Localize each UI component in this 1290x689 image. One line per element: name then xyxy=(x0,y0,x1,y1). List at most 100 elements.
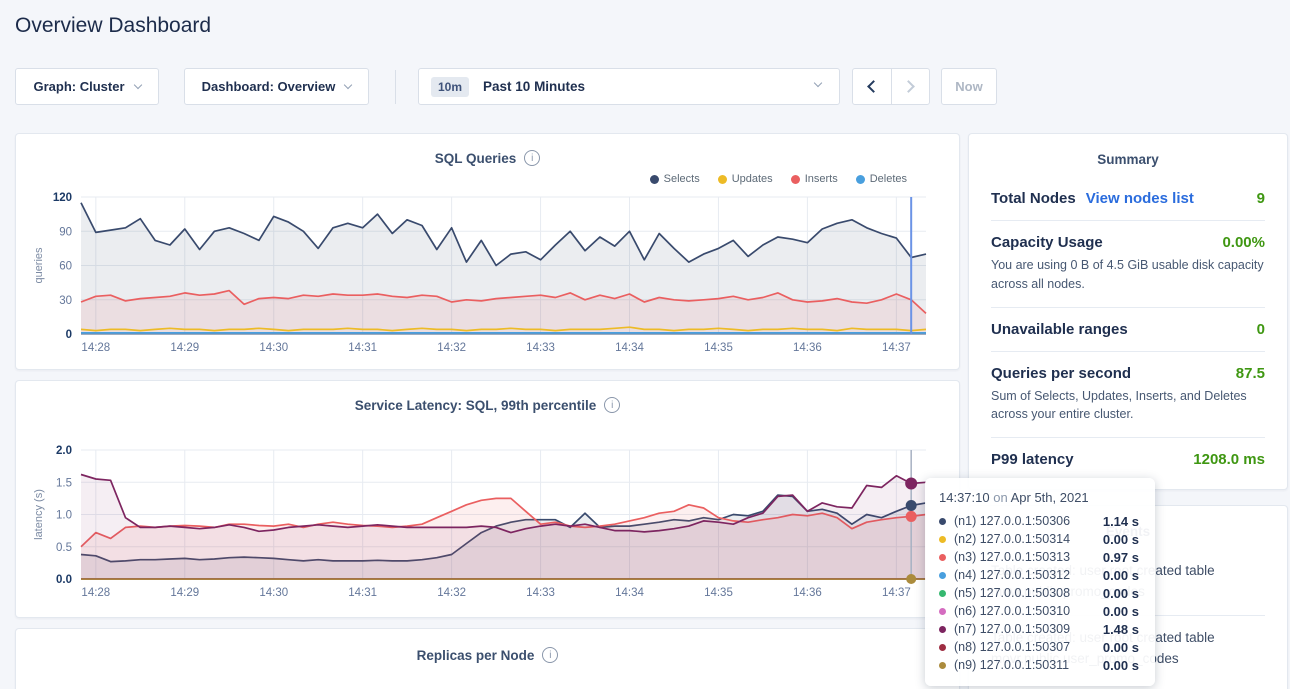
summary-label: Unavailable ranges xyxy=(991,321,1128,338)
svg-text:60: 60 xyxy=(59,261,72,273)
svg-text:90: 90 xyxy=(59,226,72,238)
svg-text:14:30: 14:30 xyxy=(259,342,288,354)
view-nodes-link[interactable]: View nodes list xyxy=(1086,190,1194,207)
node-address: (n3) 127.0.0.1:50313 xyxy=(954,550,1103,564)
svg-text:14:33: 14:33 xyxy=(526,342,555,354)
node-latency-value: 0.00 s xyxy=(1103,658,1139,673)
summary-label: Queries per second xyxy=(991,365,1131,382)
prev-range-button[interactable] xyxy=(853,69,892,104)
summary-row: Unavailable ranges 0 xyxy=(991,307,1265,351)
node-latency-value: 1.14 s xyxy=(1103,514,1139,529)
series-dot xyxy=(939,626,946,633)
latency-chart[interactable]: 14:2814:2914:3014:3114:3214:3314:3414:35… xyxy=(16,429,961,609)
time-range-badge: 10m xyxy=(431,77,469,97)
time-range-picker[interactable]: 10m Past 10 Minutes xyxy=(418,68,840,105)
summary-row-head: Queries per second 87.5 xyxy=(991,365,1265,382)
svg-text:120: 120 xyxy=(53,192,72,204)
chart-title: Service Latency: SQL, 99th percentile xyxy=(355,398,597,413)
time-range-label: Past 10 Minutes xyxy=(483,79,585,94)
tooltip-timestamp: 14:37:10 on Apr 5th, 2021 xyxy=(939,490,1139,505)
summary-row-head: Unavailable ranges 0 xyxy=(991,321,1265,338)
node-address: (n1) 127.0.0.1:50306 xyxy=(954,514,1103,528)
node-address: (n6) 127.0.0.1:50310 xyxy=(954,604,1103,618)
node-latency-value: 0.97 s xyxy=(1103,550,1139,565)
svg-text:latency (s): latency (s) xyxy=(33,489,45,540)
tooltip-row: (n9) 127.0.0.1:503110.00 s xyxy=(939,656,1139,674)
svg-text:14:28: 14:28 xyxy=(81,342,110,354)
graph-dropdown[interactable]: Graph: Cluster xyxy=(15,68,159,105)
svg-text:14:29: 14:29 xyxy=(170,342,199,354)
toolbar-divider xyxy=(395,70,396,104)
node-address: (n7) 127.0.0.1:50309 xyxy=(954,622,1103,636)
svg-text:30: 30 xyxy=(59,295,72,307)
svg-text:14:32: 14:32 xyxy=(437,587,466,599)
svg-text:14:31: 14:31 xyxy=(348,342,377,354)
summary-panel: Summary Total NodesView nodes list9Capac… xyxy=(968,133,1288,490)
series-dot xyxy=(939,572,946,579)
svg-text:14:29: 14:29 xyxy=(170,587,199,599)
node-latency-value: 0.00 s xyxy=(1103,640,1139,655)
summary-row-head: Capacity Usage0.00% xyxy=(991,234,1265,251)
svg-text:14:33: 14:33 xyxy=(526,587,555,599)
node-latency-value: 1.48 s xyxy=(1103,622,1139,637)
svg-text:14:37: 14:37 xyxy=(882,342,911,354)
tooltip-row: (n3) 127.0.0.1:503130.97 s xyxy=(939,548,1139,566)
series-dot xyxy=(939,590,946,597)
summary-row: Queries per second 87.5 Sum of Selects, Up… xyxy=(991,351,1265,438)
tooltip-row: (n8) 127.0.0.1:503070.00 s xyxy=(939,638,1139,656)
summary-value: 87.5 xyxy=(1236,365,1265,382)
summary-description: Sum of Selects, Updates, Inserts, and De… xyxy=(991,387,1265,425)
info-icon[interactable] xyxy=(604,397,620,413)
series-dot xyxy=(939,608,946,615)
summary-row-head: Total NodesView nodes list9 xyxy=(991,190,1265,207)
svg-text:queries: queries xyxy=(33,247,45,284)
svg-text:1.5: 1.5 xyxy=(56,477,72,489)
next-range-button[interactable] xyxy=(892,69,930,104)
tooltip-row: (n6) 127.0.0.1:503100.00 s xyxy=(939,602,1139,620)
svg-text:1.0: 1.0 xyxy=(56,510,72,522)
summary-label: P99 latency xyxy=(991,451,1074,468)
series-dot xyxy=(939,518,946,525)
node-address: (n8) 127.0.0.1:50307 xyxy=(954,640,1103,654)
svg-text:14:30: 14:30 xyxy=(259,587,288,599)
node-latency-value: 0.00 s xyxy=(1103,568,1139,583)
sql-queries-card: SQL Queries SelectsUpdatesInsertsDeletes… xyxy=(15,133,960,370)
tooltip-row: (n4) 127.0.0.1:503120.00 s xyxy=(939,566,1139,584)
svg-text:0: 0 xyxy=(66,329,72,341)
series-dot xyxy=(939,662,946,669)
summary-row: P99 latency1208.0 ms xyxy=(991,437,1265,481)
range-step-buttons xyxy=(852,68,930,105)
svg-text:14:31: 14:31 xyxy=(348,587,377,599)
node-latency-value: 0.00 s xyxy=(1103,532,1139,547)
svg-text:14:34: 14:34 xyxy=(615,342,644,354)
svg-text:14:37: 14:37 xyxy=(882,587,911,599)
tooltip-row: (n5) 127.0.0.1:503080.00 s xyxy=(939,584,1139,602)
svg-text:14:32: 14:32 xyxy=(437,342,466,354)
chart-title: Replicas per Node xyxy=(417,648,535,663)
dashboard-dropdown[interactable]: Dashboard: Overview xyxy=(184,68,369,105)
node-latency-value: 0.00 s xyxy=(1103,604,1139,619)
svg-text:14:36: 14:36 xyxy=(793,342,822,354)
chart-tooltip: 14:37:10 on Apr 5th, 2021 (n1) 127.0.0.1… xyxy=(925,478,1155,686)
summary-value: 0 xyxy=(1257,321,1265,338)
series-dot xyxy=(939,644,946,651)
now-button[interactable]: Now xyxy=(941,68,997,105)
summary-row: Total NodesView nodes list9 xyxy=(991,177,1265,220)
svg-text:14:35: 14:35 xyxy=(704,342,733,354)
node-address: (n5) 127.0.0.1:50308 xyxy=(954,586,1103,600)
tooltip-row: (n2) 127.0.0.1:503140.00 s xyxy=(939,530,1139,548)
chevron-down-icon xyxy=(344,81,352,89)
summary-value: 9 xyxy=(1257,190,1265,207)
summary-row: Capacity Usage0.00%You are using 0 B of … xyxy=(991,220,1265,307)
node-latency-value: 0.00 s xyxy=(1103,586,1139,601)
chevron-left-icon xyxy=(867,80,880,93)
tooltip-row: (n1) 127.0.0.1:503061.14 s xyxy=(939,512,1139,530)
latency-card: Service Latency: SQL, 99th percentile 14… xyxy=(15,380,960,618)
info-icon[interactable] xyxy=(542,647,558,663)
svg-text:14:28: 14:28 xyxy=(81,587,110,599)
summary-label: Capacity Usage xyxy=(991,234,1103,251)
graph-dropdown-label: Graph: Cluster xyxy=(33,79,124,94)
series-dot xyxy=(939,536,946,543)
svg-text:14:36: 14:36 xyxy=(793,587,822,599)
sql-queries-chart[interactable]: 14:28 14:29 14:30 14:31 14:32 14:33 14:34 14:35… xyxy=(16,162,961,362)
